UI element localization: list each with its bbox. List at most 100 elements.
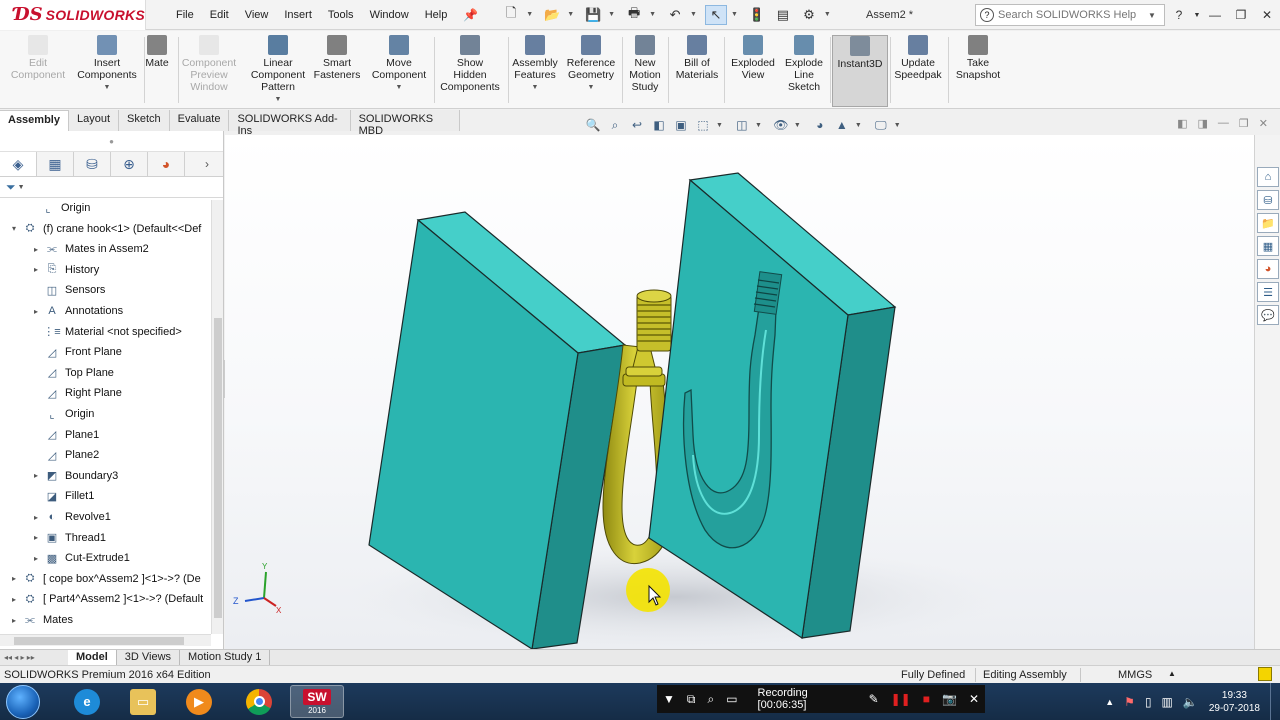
tree-node[interactable]: ▾ ⛭ (f) crane hook<1> (Default<<Def xyxy=(8,219,201,239)
display-style-dropdown-icon[interactable]: ▼ xyxy=(755,122,762,129)
show-hidden-icons-icon[interactable]: ▲ xyxy=(1105,697,1114,707)
tree-node[interactable]: ◿ Front Plane xyxy=(30,342,122,362)
tree-expander-icon[interactable]: ▸ xyxy=(8,616,20,625)
new-document-icon[interactable]: 🗋 xyxy=(500,5,522,25)
select-arrow-icon[interactable]: ↖ xyxy=(704,4,727,25)
insert-components-button[interactable]: Insert Components ▼ xyxy=(72,35,142,107)
view-orientation-dropdown-icon[interactable]: ▼ xyxy=(716,122,723,129)
dimxpertmanager-icon[interactable]: ⊕ xyxy=(111,152,148,176)
configurationmanager-icon[interactable]: ⛁ xyxy=(74,152,111,176)
assembly-features-button[interactable]: Assembly Features ▼ xyxy=(508,35,562,107)
recorder-snapshot-icon[interactable]: 📷 xyxy=(942,692,957,706)
tree-vertical-scrollbar[interactable] xyxy=(211,200,223,634)
more-tabs-chevron-icon[interactable]: › xyxy=(205,157,209,171)
media-player-icon[interactable]: ▶ xyxy=(172,685,226,718)
save-icon[interactable]: 💾 xyxy=(582,5,604,25)
reference-geometry-button[interactable]: Reference Geometry ▼ xyxy=(562,35,620,107)
view-settings-dropdown-icon[interactable]: ▼ xyxy=(894,122,901,129)
edit-appearance-icon[interactable]: ◕ xyxy=(811,117,829,133)
tree-node[interactable]: ⌞ Origin xyxy=(26,198,90,218)
tree-expander-icon[interactable]: ▸ xyxy=(30,554,42,563)
help-search-input[interactable] xyxy=(998,9,1148,21)
update-speedpak-button[interactable]: Update Speedpak xyxy=(890,35,946,107)
design-library-icon[interactable]: ⛁ xyxy=(1257,190,1279,210)
help-search-box[interactable]: ? ▼ xyxy=(975,4,1165,26)
tree-node[interactable]: ◿ Plane2 xyxy=(30,445,100,465)
filter-dropdown-icon[interactable]: ▼ xyxy=(18,184,25,191)
dynamic-annotation-icon[interactable]: ▣ xyxy=(672,117,690,133)
tree-expander-icon[interactable]: ▸ xyxy=(8,574,20,583)
tree-node[interactable]: ◿ Top Plane xyxy=(30,363,114,383)
print-icon[interactable]: 🖶 xyxy=(623,5,645,25)
tab-layout[interactable]: Layout xyxy=(68,110,120,131)
tree-node[interactable]: ▸ ⛭ [ cope box^Assem2 ]<1>->? (De xyxy=(8,569,201,589)
tree-node[interactable]: ◿ Right Plane xyxy=(30,383,122,403)
displaymanager-icon[interactable]: ◕ xyxy=(148,152,185,176)
help-dropdown-icon[interactable]: ▼ xyxy=(1192,12,1202,19)
solidworks-taskbar-button[interactable]: SW 2016 xyxy=(290,685,344,718)
scrollbar-thumb[interactable] xyxy=(14,637,184,645)
bill-of-materials-button[interactable]: Bill of Materials xyxy=(672,35,722,107)
tree-node[interactable]: ⌞ Origin xyxy=(30,404,94,424)
solidworks-forum-icon[interactable]: 💬 xyxy=(1257,305,1279,325)
viewport-restore-icon[interactable]: ❐ xyxy=(1239,117,1249,130)
tree-horizontal-scrollbar[interactable] xyxy=(0,634,211,646)
linear-component-pattern-button[interactable]: Linear Component Pattern ▼ xyxy=(248,35,308,107)
tree-expander-icon[interactable]: ▸ xyxy=(8,595,20,604)
tree-node[interactable]: ▸ ⎘ History xyxy=(30,260,99,280)
appearances-scenes-icon[interactable]: ◕ xyxy=(1257,259,1279,279)
undo-dropdown-icon[interactable]: ▼ xyxy=(690,11,697,18)
menu-insert[interactable]: Insert xyxy=(276,9,320,21)
linear-component-pattern-dropdown-icon[interactable]: ▼ xyxy=(275,94,282,106)
new-dropdown-icon[interactable]: ▼ xyxy=(526,11,533,18)
recorder-region-icon[interactable]: ▭ xyxy=(726,692,737,706)
tab-evaluate[interactable]: Evaluate xyxy=(169,110,230,131)
document-tray-icon[interactable]: ▯ xyxy=(1145,695,1152,709)
print-dropdown-icon[interactable]: ▼ xyxy=(649,11,656,18)
featuremanager-tree-icon[interactable]: ◈ xyxy=(0,152,37,176)
open-dropdown-icon[interactable]: ▼ xyxy=(567,11,574,18)
smart-fasteners-button[interactable]: Smart Fasteners xyxy=(310,35,364,107)
take-snapshot-button[interactable]: Take Snapshot xyxy=(950,35,1006,107)
new-motion-study-button[interactable]: New Motion Study xyxy=(624,35,666,107)
explode-line-sketch-button[interactable]: Explode Line Sketch xyxy=(780,35,828,107)
filter-funnel-icon[interactable]: ⏷ xyxy=(6,180,16,195)
tree-node[interactable]: ▸ ⫘ Mates xyxy=(8,610,73,628)
recorder-pause-icon[interactable]: ❚❚ xyxy=(891,692,911,706)
save-dropdown-icon[interactable]: ▼ xyxy=(608,11,615,18)
recorder-zoom-icon[interactable]: ⌕ xyxy=(707,692,714,707)
start-button-icon[interactable] xyxy=(6,685,40,719)
search-dropdown-icon[interactable]: ▼ xyxy=(1148,11,1156,20)
section-view-icon[interactable]: ◧ xyxy=(650,117,668,133)
apply-scene-dropdown-icon[interactable]: ▼ xyxy=(855,122,862,129)
move-component-dropdown-icon[interactable]: ▼ xyxy=(396,82,403,94)
undo-icon[interactable]: ↶ xyxy=(664,5,686,25)
hide-show-dropdown-icon[interactable]: ▼ xyxy=(794,122,801,129)
tree-expander-icon[interactable]: ▸ xyxy=(30,471,42,480)
system-clock[interactable]: 19:33 29-07-2018 xyxy=(1209,689,1260,715)
zoom-to-area-icon[interactable]: ⌕ xyxy=(606,117,624,133)
options-dropdown-icon[interactable]: ▼ xyxy=(824,11,831,18)
hide-show-items-icon[interactable]: 👁 xyxy=(772,117,790,133)
custom-properties-icon[interactable]: ☰ xyxy=(1257,282,1279,302)
file-explorer-icon[interactable]: 📁 xyxy=(1257,213,1279,233)
viewport-tile-right-icon[interactable]: ◨ xyxy=(1198,117,1208,130)
open-folder-icon[interactable]: 📂 xyxy=(541,5,563,25)
panel-grip-icon[interactable]: ● xyxy=(0,131,223,151)
recorder-pen-icon[interactable]: ✎ xyxy=(869,692,879,706)
previous-view-icon[interactable]: ↩ xyxy=(628,117,646,133)
help-icon[interactable]: ? xyxy=(1166,8,1192,22)
tree-node[interactable]: ▸ ▣ Thread1 xyxy=(30,528,106,548)
menu-help[interactable]: Help xyxy=(417,9,456,21)
tree-node[interactable]: ▸ ⫘ Mates in Assem2 xyxy=(30,239,149,259)
view-orientation-icon[interactable]: ⬚ xyxy=(694,117,712,133)
tab-solidworks-mbd[interactable]: SOLIDWORKS MBD xyxy=(350,110,460,137)
pin-menu-icon[interactable]: 📌 xyxy=(463,8,478,22)
tab-solidworks-add-ins[interactable]: SOLIDWORKS Add-Ins xyxy=(229,110,351,137)
tree-node[interactable]: ⋮≡ Material <not specified> xyxy=(30,322,182,342)
chrome-icon[interactable] xyxy=(232,685,286,718)
reference-geometry-dropdown-icon[interactable]: ▼ xyxy=(588,82,595,94)
minimize-icon[interactable]: — xyxy=(1202,8,1228,22)
tree-node[interactable]: ◿ Plane1 xyxy=(30,425,100,445)
exploded-view-button[interactable]: Exploded View xyxy=(728,35,778,107)
